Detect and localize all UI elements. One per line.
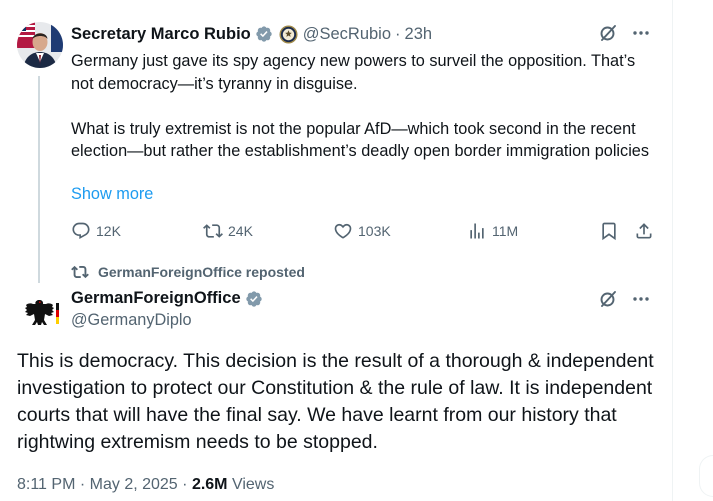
main-author-handle[interactable]: @GermanyDiplo <box>71 311 192 330</box>
quoted-author-name[interactable]: Secretary Marco Rubio <box>71 25 251 44</box>
reply-icon <box>71 221 91 241</box>
like-button[interactable]: 103K <box>333 221 391 241</box>
show-more-link[interactable]: Show more <box>71 185 153 204</box>
main-post-text: This is democracy. This decision is the … <box>17 350 654 453</box>
like-count: 103K <box>358 223 391 239</box>
like-icon <box>333 221 353 241</box>
bookmark-button[interactable] <box>599 221 619 241</box>
quoted-post-text: Germany just gave its spy agency new pow… <box>71 50 661 163</box>
quoted-paragraph-1: Germany just gave its spy agency new pow… <box>71 52 636 93</box>
meta-separator: · <box>182 476 188 493</box>
main-author-name[interactable]: GermanForeignOffice <box>71 289 241 308</box>
repost-button[interactable]: 24K <box>203 221 253 241</box>
views-total: 2.6M <box>191 476 228 493</box>
eagle-logo-icon <box>17 290 63 336</box>
views-label: Views <box>231 476 275 493</box>
thread-connector-line <box>38 76 40 283</box>
header-separator: · <box>395 24 401 43</box>
avatar-rubio[interactable] <box>17 22 63 68</box>
repost-count: 24K <box>228 223 253 239</box>
grok-icon[interactable] <box>598 23 618 43</box>
sidebar-card-edge <box>699 455 713 497</box>
quoted-post-time[interactable]: 23h <box>405 25 433 44</box>
repost-indicator-icon <box>71 265 89 279</box>
repost-indicator[interactable]: GermanForeignOffice reposted <box>71 263 305 281</box>
grok-icon[interactable] <box>598 289 618 309</box>
government-seal-icon <box>279 24 298 44</box>
verified-badge-icon <box>245 290 263 308</box>
share-icon <box>634 221 654 241</box>
quoted-author-handle[interactable]: @SecRubio <box>303 25 391 44</box>
quoted-post-controls <box>598 23 650 43</box>
share-button[interactable] <box>634 221 654 241</box>
views-icon <box>467 221 487 241</box>
repost-icon <box>203 221 223 241</box>
bookmark-icon <box>599 221 619 241</box>
main-post-controls <box>598 289 650 309</box>
views-count: 11M <box>492 223 519 239</box>
reply-count: 12K <box>96 223 121 239</box>
timeline-feed: Secretary Marco Rubio @SecRubio · 23h Ge… <box>0 0 672 501</box>
quoted-paragraph-2: What is truly extremist is not the popul… <box>71 119 650 161</box>
reply-button[interactable]: 12K <box>71 221 121 241</box>
quoted-post-header: Secretary Marco Rubio @SecRubio · 23h <box>71 23 432 45</box>
quoted-post-actions: 12K 24K 103K 11M <box>71 221 661 245</box>
avatar-german-foreign-office[interactable] <box>17 290 63 336</box>
post-metadata: 8:11 PM · May 2, 2025 · 2.6M Views <box>17 476 274 494</box>
meta-separator: · <box>79 476 86 493</box>
views-button[interactable]: 11M <box>467 221 518 241</box>
main-post-header: GermanForeignOffice <box>71 289 263 308</box>
post-time[interactable]: 8:11 PM <box>17 476 75 493</box>
more-icon[interactable] <box>632 290 650 308</box>
right-sidebar <box>672 0 713 501</box>
more-icon[interactable] <box>632 24 650 42</box>
post-date[interactable]: May 2, 2025 <box>90 476 178 493</box>
verified-badge-icon <box>255 25 273 43</box>
repost-indicator-text: GermanForeignOffice reposted <box>98 264 305 280</box>
